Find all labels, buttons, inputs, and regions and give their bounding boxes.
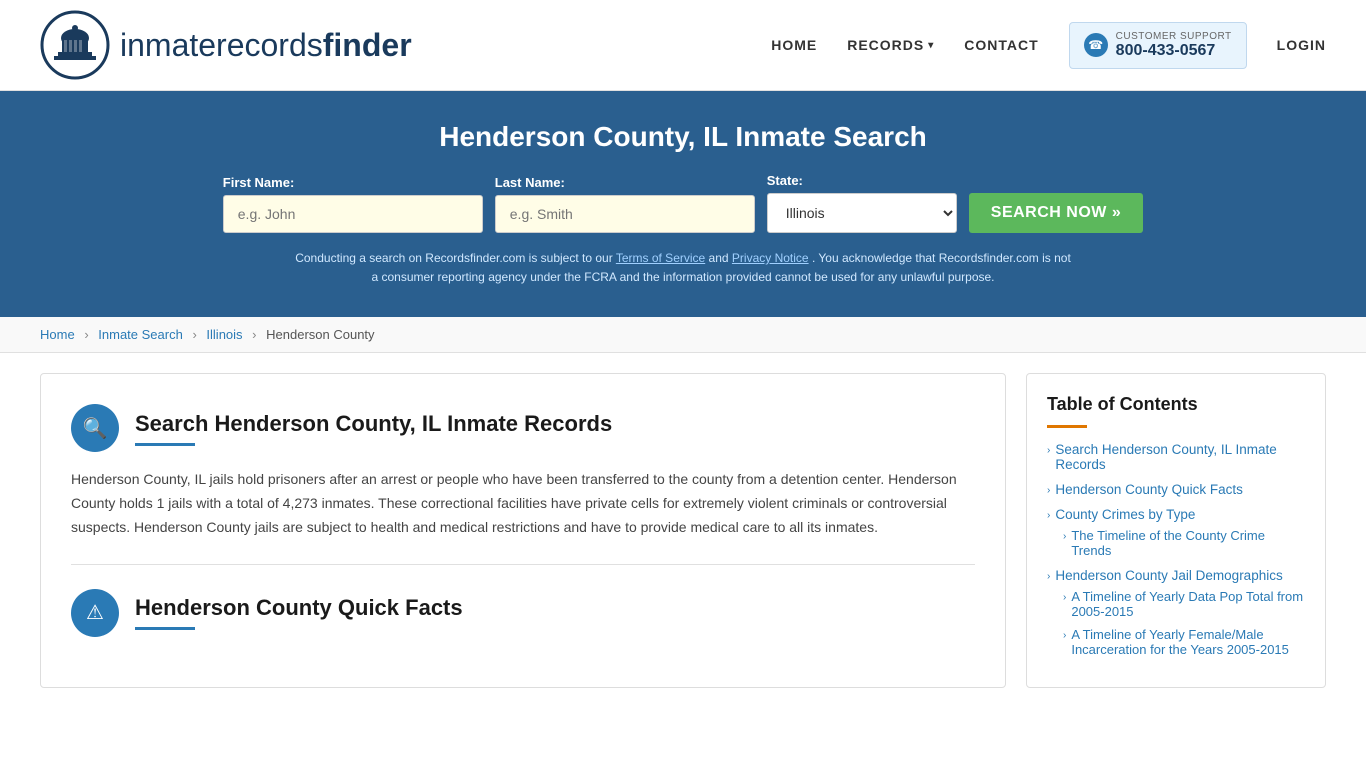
- main-nav: HOME RECORDS ▾ CONTACT ☎ CUSTOMER SUPPOR…: [771, 22, 1326, 69]
- last-name-input[interactable]: [495, 195, 755, 233]
- nav-records[interactable]: RECORDS ▾: [847, 37, 934, 53]
- toc-link-crime-trends[interactable]: › The Timeline of the County Crime Trend…: [1063, 528, 1305, 558]
- site-header: inmaterecordsfinder HOME RECORDS ▾ CONTA…: [0, 0, 1366, 91]
- toc-chevron-yearly-pop: ›: [1063, 592, 1066, 603]
- toc-item-demographics: › Henderson County Jail Demographics › A…: [1047, 568, 1305, 657]
- support-label: CUSTOMER SUPPORT: [1116, 31, 1232, 42]
- quickfacts-title-underline: [135, 627, 195, 630]
- toc-underline: [1047, 425, 1087, 428]
- search-section-title: Search Henderson County, IL Inmate Recor…: [135, 411, 612, 437]
- toc-title: Table of Contents: [1047, 394, 1305, 415]
- support-number: 800-433-0567: [1116, 42, 1232, 60]
- warning-icon: ⚠: [86, 600, 104, 625]
- first-name-input[interactable]: [223, 195, 483, 233]
- section-divider: [71, 564, 975, 565]
- search-section: 🔍 Search Henderson County, IL Inmate Rec…: [71, 404, 975, 539]
- magnifier-icon: 🔍: [83, 416, 108, 441]
- toc-chevron-crime-trends: ›: [1063, 531, 1066, 542]
- toc-chevron-crimes: ›: [1047, 510, 1050, 521]
- toc-item-crime-trends: › The Timeline of the County Crime Trend…: [1063, 528, 1305, 558]
- toc-item-female-male: › A Timeline of Yearly Female/Male Incar…: [1063, 627, 1305, 657]
- quickfacts-section-header: ⚠ Henderson County Quick Facts: [71, 589, 975, 637]
- toc-link-quickfacts[interactable]: › Henderson County Quick Facts: [1047, 482, 1305, 497]
- toc-link-demographics[interactable]: › Henderson County Jail Demographics: [1047, 568, 1305, 583]
- logo-text: inmaterecordsfinder: [120, 27, 412, 64]
- quickfacts-section-icon: ⚠: [71, 589, 119, 637]
- chevron-down-icon: ▾: [928, 40, 934, 51]
- toc-list: › Search Henderson County, IL Inmate Rec…: [1047, 442, 1305, 657]
- quickfacts-section: ⚠ Henderson County Quick Facts: [71, 589, 975, 637]
- toc-chevron-search: ›: [1047, 445, 1050, 456]
- breadcrumb-sep-3: ›: [252, 327, 256, 342]
- toc-link-yearly-pop[interactable]: › A Timeline of Yearly Data Pop Total fr…: [1063, 589, 1305, 619]
- breadcrumb-home[interactable]: Home: [40, 327, 75, 342]
- terms-link[interactable]: Terms of Service: [616, 251, 705, 265]
- toc-item-crimes: › County Crimes by Type › The Timeline o…: [1047, 507, 1305, 558]
- toc-link-female-male[interactable]: › A Timeline of Yearly Female/Male Incar…: [1063, 627, 1305, 657]
- hero-section: Henderson County, IL Inmate Search First…: [0, 91, 1366, 317]
- disclaimer-text: Conducting a search on Recordsfinder.com…: [293, 249, 1073, 287]
- toc-sub-crimes: › The Timeline of the County Crime Trend…: [1047, 528, 1305, 558]
- logo-icon: [40, 10, 110, 80]
- breadcrumb-sep-1: ›: [84, 327, 88, 342]
- state-label: State:: [767, 173, 803, 188]
- breadcrumb-sep-2: ›: [192, 327, 196, 342]
- search-section-icon: 🔍: [71, 404, 119, 452]
- breadcrumb: Home › Inmate Search › Illinois › Hender…: [0, 317, 1366, 353]
- last-name-label: Last Name:: [495, 175, 565, 190]
- search-section-text: Henderson County, IL jails hold prisoner…: [71, 468, 975, 539]
- breadcrumb-inmate-search[interactable]: Inmate Search: [98, 327, 183, 342]
- page-title: Henderson County, IL Inmate Search: [40, 121, 1326, 153]
- first-name-label: First Name:: [223, 175, 295, 190]
- customer-support-box: ☎ CUSTOMER SUPPORT 800-433-0567: [1069, 22, 1247, 69]
- search-button[interactable]: SEARCH NOW »: [969, 193, 1143, 233]
- toc-item-quickfacts: › Henderson County Quick Facts: [1047, 482, 1305, 497]
- phone-icon: ☎: [1084, 33, 1108, 57]
- nav-home[interactable]: HOME: [771, 37, 817, 53]
- login-button[interactable]: LOGIN: [1277, 37, 1326, 53]
- state-select[interactable]: Illinois: [767, 193, 957, 233]
- nav-contact[interactable]: CONTACT: [964, 37, 1038, 53]
- last-name-group: Last Name:: [495, 175, 755, 233]
- toc-link-search[interactable]: › Search Henderson County, IL Inmate Rec…: [1047, 442, 1305, 472]
- sidebar: Table of Contents › Search Henderson Cou…: [1026, 373, 1326, 688]
- main-content: 🔍 Search Henderson County, IL Inmate Rec…: [0, 353, 1366, 708]
- toc-link-crimes[interactable]: › County Crimes by Type: [1047, 507, 1305, 522]
- logo-area: inmaterecordsfinder: [40, 10, 412, 80]
- search-title-underline: [135, 443, 195, 446]
- first-name-group: First Name:: [223, 175, 483, 233]
- toc-chevron-quickfacts: ›: [1047, 485, 1050, 496]
- search-section-header: 🔍 Search Henderson County, IL Inmate Rec…: [71, 404, 975, 452]
- toc-box: Table of Contents › Search Henderson Cou…: [1026, 373, 1326, 688]
- toc-sub-demographics: › A Timeline of Yearly Data Pop Total fr…: [1047, 589, 1305, 657]
- quickfacts-section-title: Henderson County Quick Facts: [135, 595, 463, 621]
- privacy-link[interactable]: Privacy Notice: [732, 251, 809, 265]
- toc-chevron-demographics: ›: [1047, 571, 1050, 582]
- content-area: 🔍 Search Henderson County, IL Inmate Rec…: [40, 373, 1006, 688]
- toc-item-yearly-pop: › A Timeline of Yearly Data Pop Total fr…: [1063, 589, 1305, 619]
- toc-chevron-female-male: ›: [1063, 630, 1066, 641]
- toc-item-search: › Search Henderson County, IL Inmate Rec…: [1047, 442, 1305, 472]
- state-group: State: Illinois: [767, 173, 957, 233]
- breadcrumb-state[interactable]: Illinois: [206, 327, 242, 342]
- search-form: First Name: Last Name: State: Illinois S…: [40, 173, 1326, 233]
- breadcrumb-county: Henderson County: [266, 327, 374, 342]
